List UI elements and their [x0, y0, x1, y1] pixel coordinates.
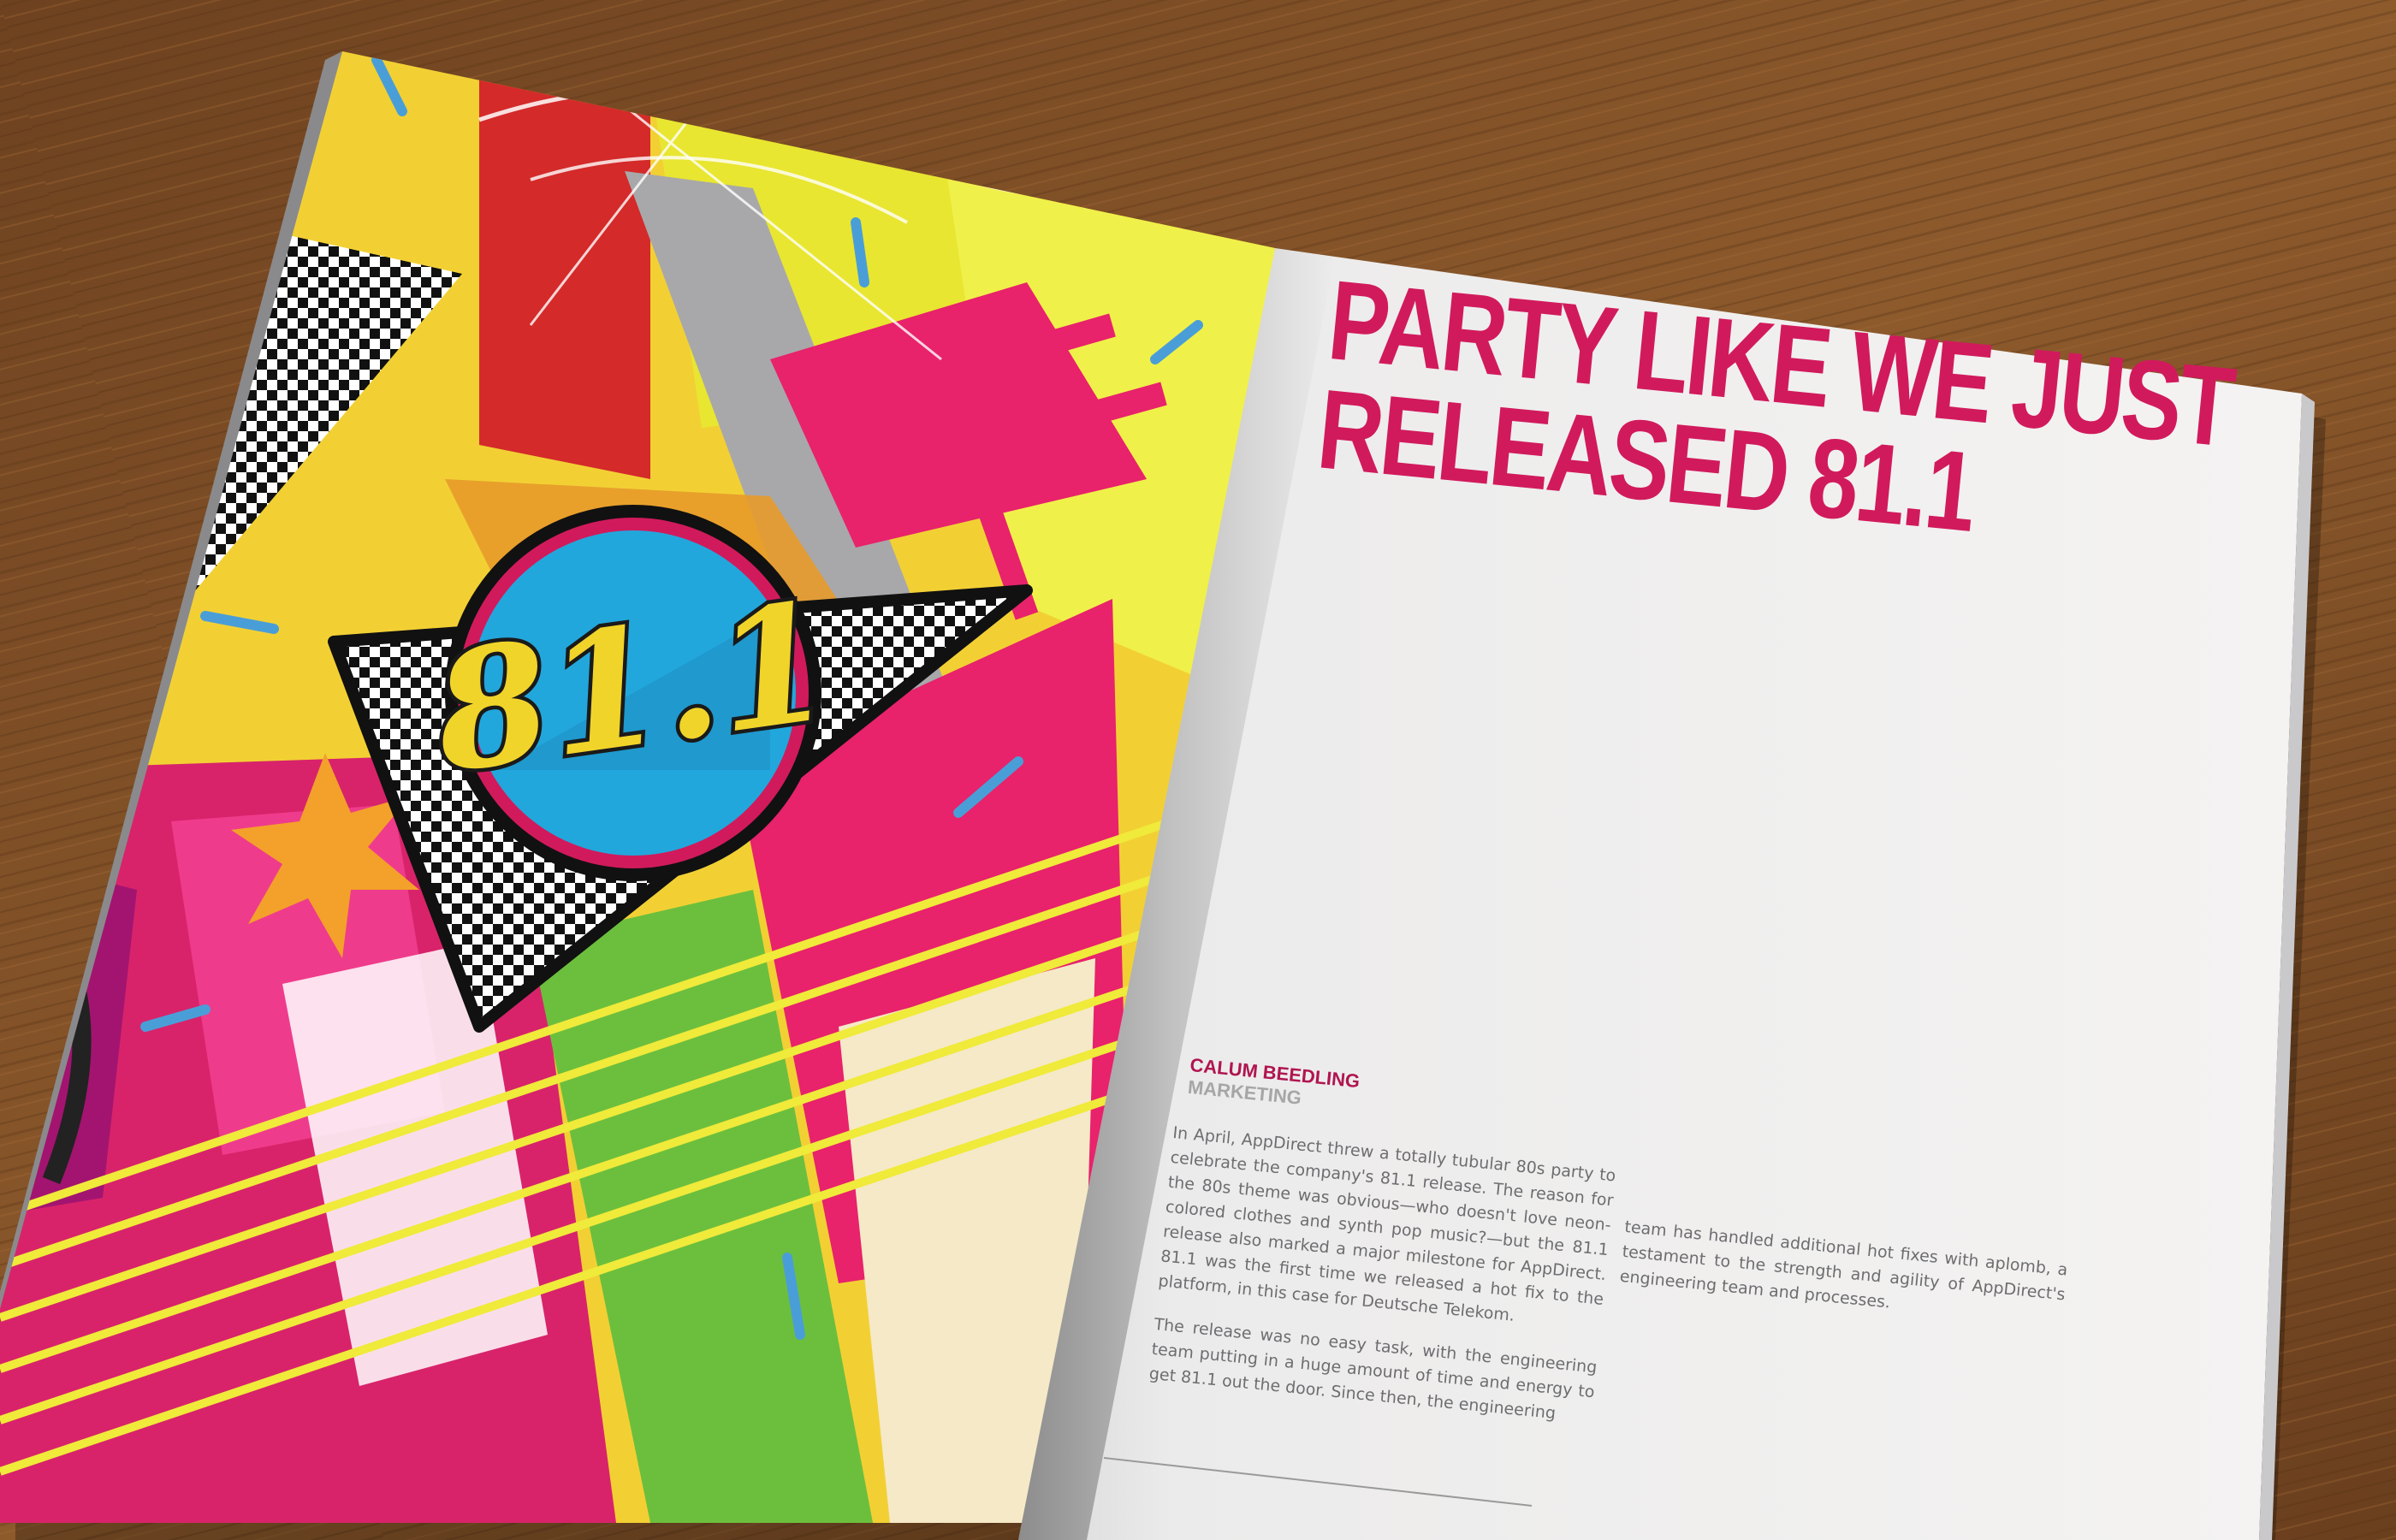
- magazine-photo: 81.1: [0, 0, 2396, 1540]
- photo-scene: 81.1 PARTY LIKE WE JUST RELEASED 81.1 CA…: [0, 0, 2396, 1540]
